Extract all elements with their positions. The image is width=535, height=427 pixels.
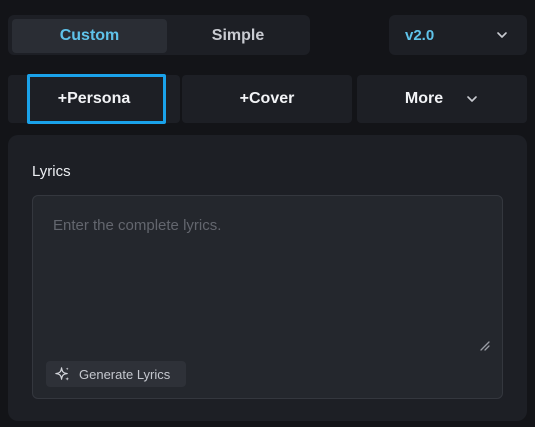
chevron-down-icon: [467, 96, 477, 102]
version-select[interactable]: v2.0: [389, 15, 527, 55]
tab-simple[interactable]: Simple: [168, 19, 308, 53]
more-button[interactable]: More: [357, 75, 527, 123]
chevron-down-icon: [497, 32, 507, 38]
add-cover-button[interactable]: +Cover: [182, 75, 352, 123]
resize-handle-icon[interactable]: [478, 339, 490, 351]
add-cover-label: +Cover: [239, 90, 295, 107]
add-persona-label: +Persona: [57, 90, 131, 107]
lyrics-placeholder: Enter the complete lyrics.: [53, 217, 222, 234]
lyrics-label: Lyrics: [32, 163, 71, 180]
version-value: v2.0: [405, 26, 435, 44]
more-label: More: [404, 90, 444, 107]
sparkle-icon: [55, 366, 70, 381]
lyrics-panel: Lyrics Enter the complete lyrics. Genera…: [8, 135, 527, 421]
mode-tabs: Custom Simple: [8, 15, 310, 55]
generate-lyrics-label: Generate Lyrics: [79, 366, 171, 382]
tab-custom[interactable]: Custom: [12, 19, 167, 53]
lyrics-input[interactable]: Enter the complete lyrics. Generate Lyri…: [32, 195, 503, 399]
add-persona-button[interactable]: +Persona: [8, 74, 180, 124]
generate-lyrics-button[interactable]: Generate Lyrics: [46, 361, 186, 387]
